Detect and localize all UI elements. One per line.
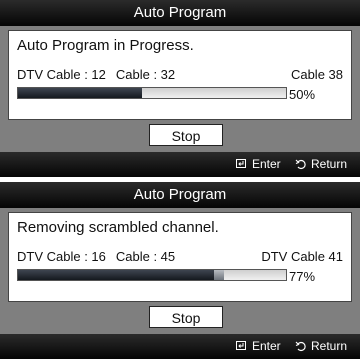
progress-fill	[18, 270, 214, 280]
return-label: Return	[311, 157, 348, 171]
progress-fill	[18, 88, 142, 98]
progress-bar	[17, 87, 287, 99]
enter-icon	[236, 341, 246, 350]
dtv-cable-count: DTV Cable : 16	[17, 249, 106, 264]
progress-percent: 50%	[289, 87, 316, 102]
enter-label: Enter	[252, 157, 281, 171]
footer-bar: Enter Return	[0, 334, 360, 359]
enter-hint[interactable]: Enter	[236, 152, 281, 177]
panel-title: Auto Program	[0, 182, 360, 208]
status-message: Auto Program in Progress.	[17, 37, 194, 54]
progress-content: Auto Program in Progress. DTV Cable : 12…	[8, 30, 352, 120]
auto-program-panel-1: Auto Program Auto Program in Progress. D…	[0, 0, 360, 177]
current-channel: DTV Cable 41	[261, 249, 343, 264]
cable-count: Cable : 45	[115, 249, 176, 264]
return-label: Return	[311, 339, 348, 353]
progress-bar	[17, 269, 287, 281]
cable-count: Cable : 32	[115, 67, 176, 82]
panel-title: Auto Program	[0, 0, 360, 26]
progress-content: Removing scrambled channel. DTV Cable : …	[8, 212, 352, 302]
channel-counts: DTV Cable : 12 Cable : 32	[17, 67, 175, 82]
stop-button[interactable]: Stop	[149, 124, 223, 146]
progress-marker	[214, 270, 224, 280]
enter-hint[interactable]: Enter	[236, 334, 281, 359]
dtv-cable-count: DTV Cable : 12	[17, 67, 106, 82]
enter-label: Enter	[252, 339, 281, 353]
channel-counts: DTV Cable : 16 Cable : 45	[17, 249, 175, 264]
stop-button[interactable]: Stop	[149, 306, 223, 328]
progress-percent: 77%	[289, 269, 316, 284]
return-icon	[295, 159, 306, 170]
status-message: Removing scrambled channel.	[17, 219, 219, 236]
return-icon	[295, 341, 306, 352]
return-hint[interactable]: Return	[295, 152, 347, 177]
auto-program-panel-2: Auto Program Removing scrambled channel.…	[0, 182, 360, 359]
return-hint[interactable]: Return	[295, 334, 347, 359]
current-channel: Cable 38	[290, 67, 343, 82]
footer-bar: Enter Return	[0, 152, 360, 177]
enter-icon	[236, 159, 246, 168]
